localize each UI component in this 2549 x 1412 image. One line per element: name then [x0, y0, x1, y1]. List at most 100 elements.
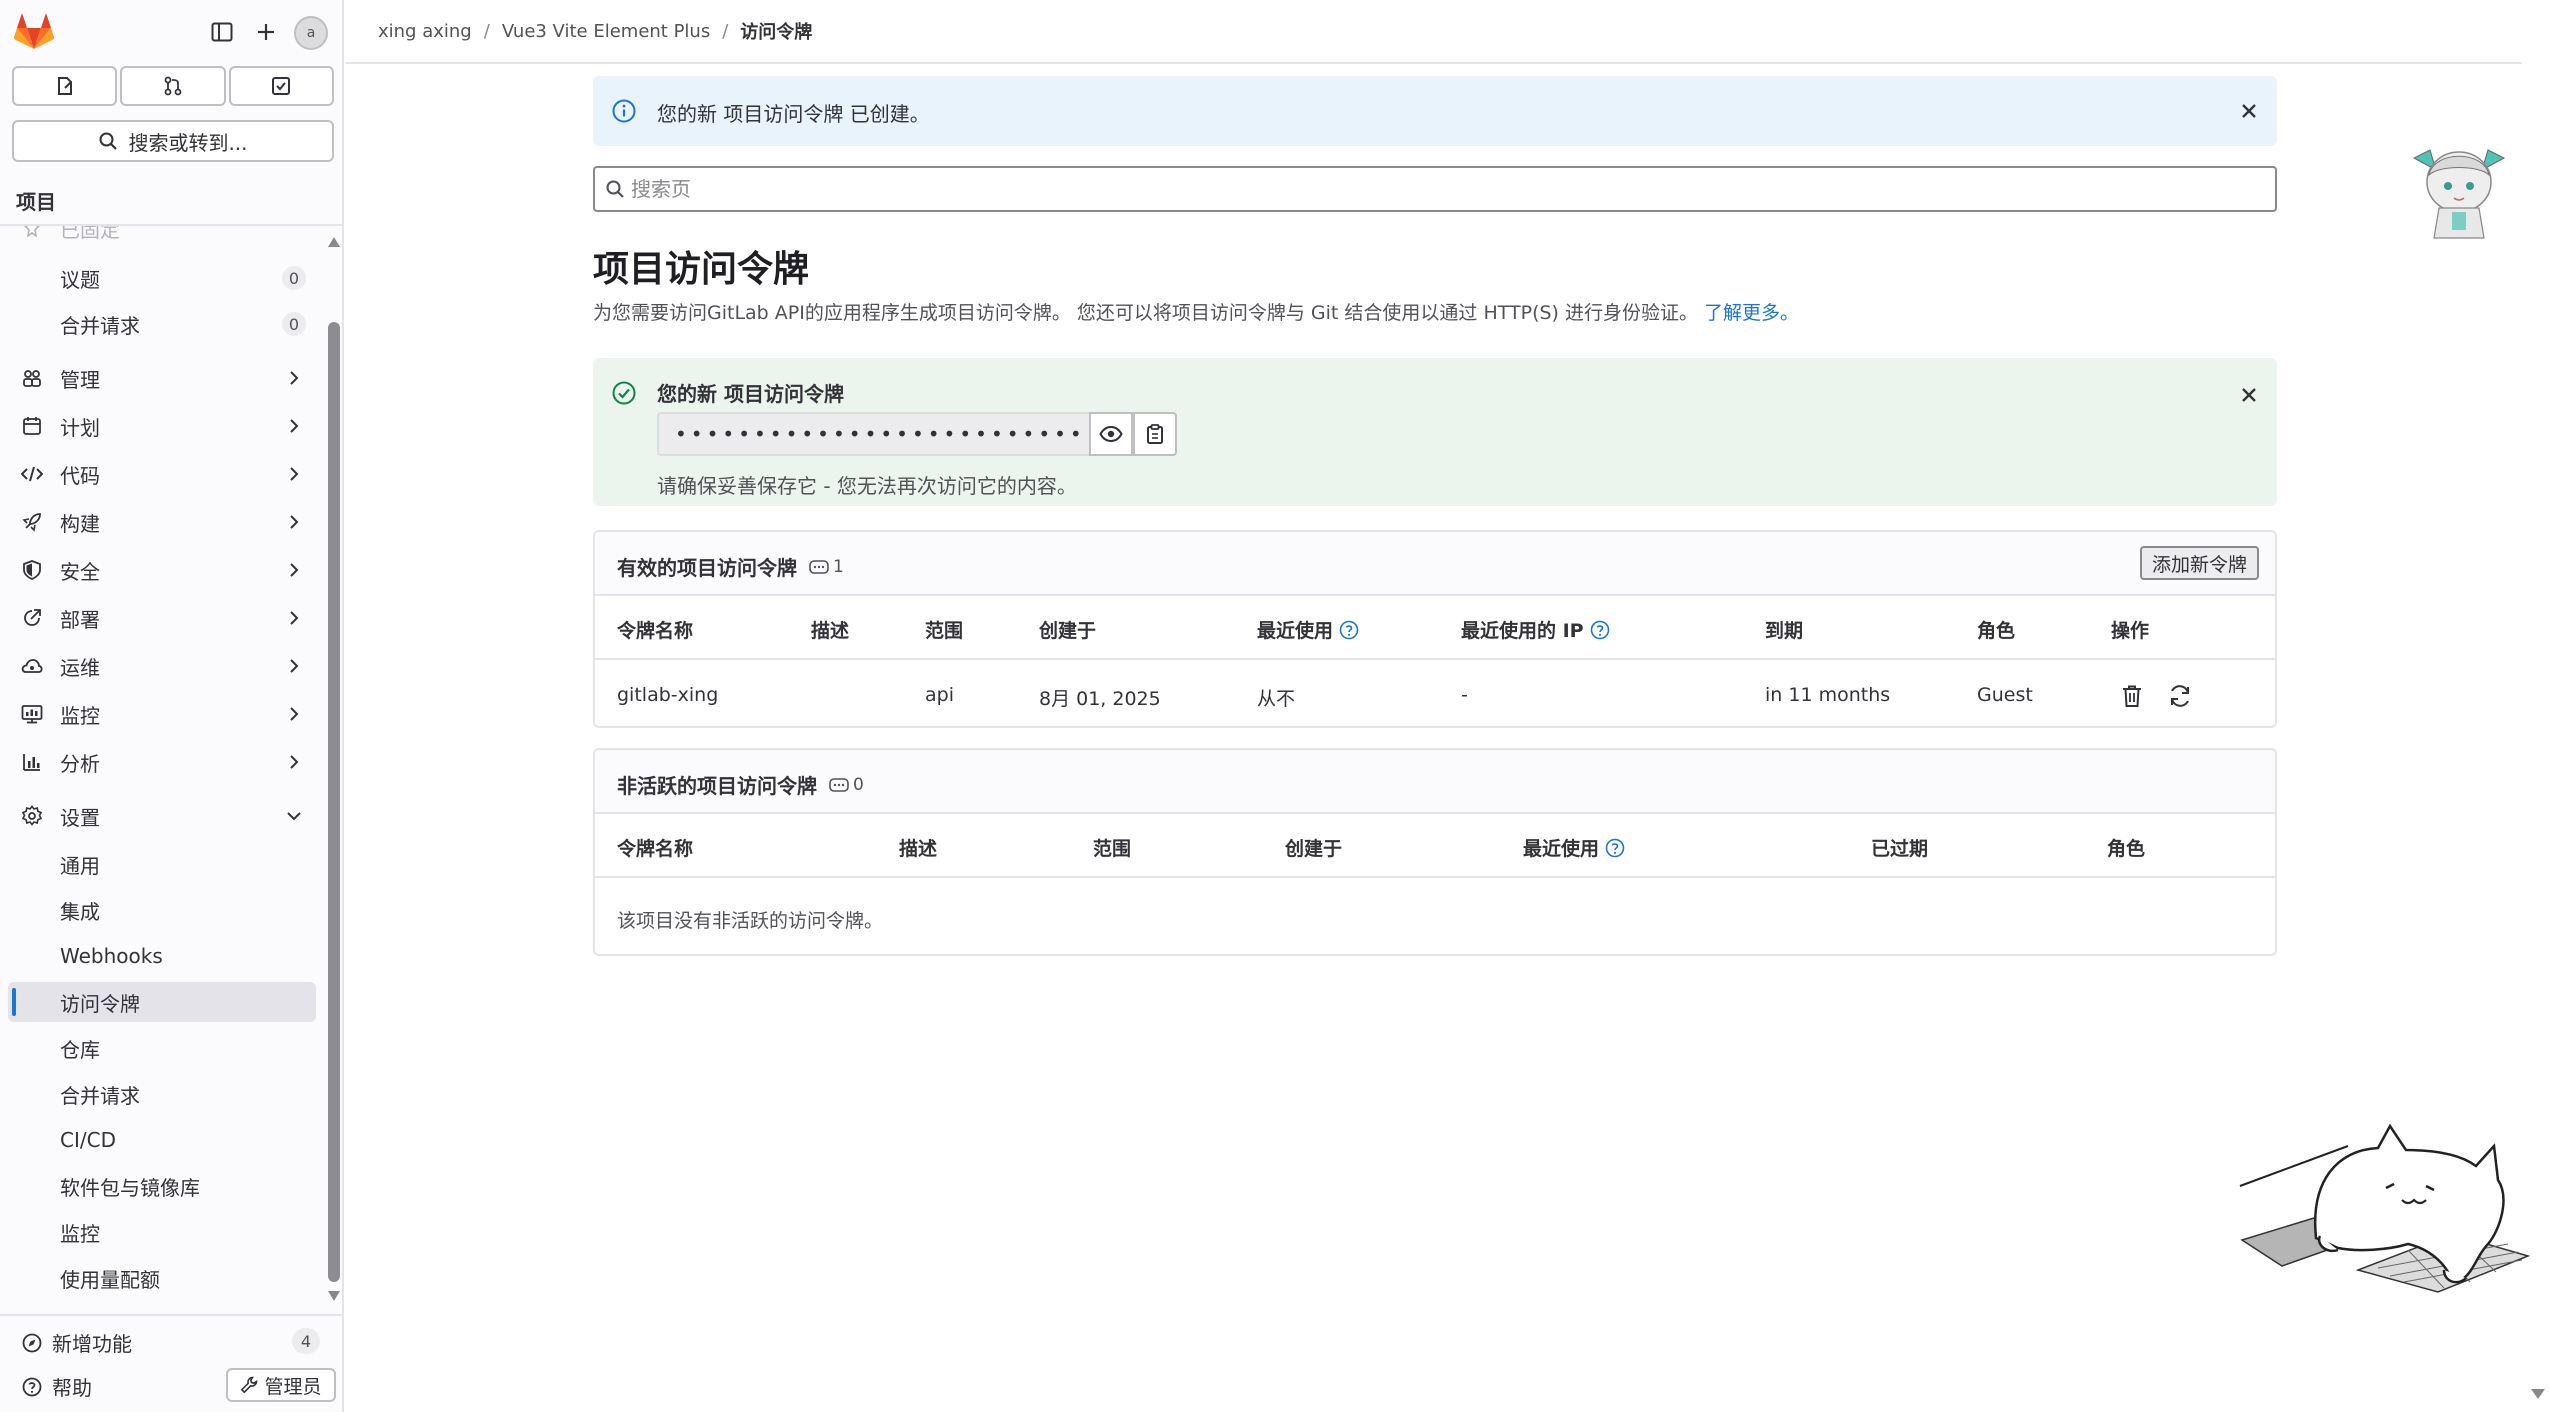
sidebar-item-code[interactable]: 代码 — [8, 454, 316, 494]
sidebar-item-usage-quotas[interactable]: 使用量配额 — [8, 1258, 316, 1298]
sidebar-item-ci-cd[interactable]: CI/CD — [8, 1120, 316, 1160]
admin-label: 管理员 — [264, 1375, 322, 1398]
sidebar-item-access-tokens[interactable]: 访问令牌 — [8, 982, 316, 1022]
add-new-token-button[interactable]: 添加新令牌 — [2139, 546, 2259, 580]
sidebar-item-deploy[interactable]: 部署 — [8, 598, 316, 638]
sidebar: a 搜索或转到... 项目 已固定 议题 0 合并请求 0 管理 计划 代码 构… — [0, 0, 344, 1412]
token-name-cell: gitlab-xing — [617, 684, 719, 706]
sidebar-item-manage[interactable]: 管理 — [8, 358, 316, 398]
issues-icon — [57, 77, 72, 95]
inactive-tokens-count-value: 0 — [853, 774, 864, 795]
col-expired: 已过期 — [1871, 838, 1929, 860]
sidebar-item-plan[interactable]: 计划 — [8, 406, 316, 446]
sidebar-item-issues[interactable]: 议题 0 — [8, 258, 316, 298]
anime-avatar-decoration — [2412, 149, 2506, 239]
calendar-icon — [20, 414, 44, 438]
rotate-token-icon[interactable] — [2167, 684, 2193, 708]
sidebar-item-operate[interactable]: 运维 — [8, 646, 316, 686]
wrench-icon — [241, 1376, 258, 1394]
active-tokens-count: 1 — [809, 557, 844, 577]
col-actions: 操作 — [2111, 620, 2150, 642]
breadcrumb-item-current[interactable]: 访问令牌 — [740, 18, 812, 44]
token-role-cell: Guest — [1977, 684, 2033, 706]
sidebar-item-packages-registries[interactable]: 软件包与镜像库 — [8, 1166, 316, 1206]
col-token-name: 令牌名称 — [617, 620, 694, 642]
sidebar-item-repository[interactable]: 仓库 — [8, 1028, 316, 1068]
scroll-down-arrow-icon[interactable] — [327, 1290, 341, 1302]
sidebar-item-settings-merge-requests[interactable]: 合并请求 — [8, 1074, 316, 1114]
sidebar-item-label: 设置 — [60, 805, 100, 830]
help-circle-icon[interactable] — [1605, 838, 1625, 858]
new-token-alert-close-icon[interactable] — [2237, 383, 2261, 407]
gitlab-logo-icon[interactable] — [14, 14, 54, 50]
sidebar-scrollbar-thumb[interactable] — [328, 322, 340, 1282]
chevron-down-icon — [286, 808, 302, 824]
sidebar-item-analyze[interactable]: 分析 — [8, 742, 316, 782]
active-tokens-card: 有效的项目访问令牌 1 添加新令牌 令牌名称 描述 范围 创建于 最近使用 最近… — [593, 530, 2277, 728]
inactive-tokens-title-text: 非活跃的项目访问令牌 — [617, 774, 817, 798]
page-search-input[interactable] — [631, 174, 2231, 204]
info-alert: 您的新 项目访问令牌 已创建。 — [593, 76, 2277, 146]
breadcrumb-item-namespace[interactable]: xing axing — [378, 21, 472, 42]
page-scroll-down-arrow-icon[interactable] — [2530, 1388, 2546, 1400]
info-alert-close-icon[interactable] — [2237, 99, 2261, 123]
revoke-token-trash-icon[interactable] — [2121, 684, 2143, 708]
admin-area-button[interactable]: 管理员 — [226, 1368, 336, 1402]
page-description: 为您需要访问GitLab API的应用程序生成项目访问令牌。 您还可以将项目访问… — [593, 298, 1799, 325]
sidebar-item-build[interactable]: 构建 — [8, 502, 316, 542]
sidebar-item-security[interactable]: 安全 — [8, 550, 316, 590]
col-role: 角色 — [1977, 620, 2016, 642]
new-token-masked-value: •••••••••••••••••••••••••• — [675, 422, 1086, 446]
sidebar-item-monitor[interactable]: 监控 — [8, 694, 316, 734]
page-search-box[interactable] — [593, 166, 2277, 212]
learn-more-link[interactable]: 了解更多。 — [1704, 302, 1799, 324]
sidebar-item-label: 监控 — [60, 703, 100, 728]
sidebar-item-general[interactable]: 通用 — [8, 844, 316, 884]
whats-new-button[interactable]: 新增功能 — [22, 1328, 132, 1357]
sidebar-item-merge-requests[interactable]: 合并请求 0 — [8, 304, 316, 344]
chevron-right-icon — [286, 610, 302, 626]
help-circle-icon[interactable] — [1590, 620, 1610, 640]
code-icon — [20, 462, 44, 486]
col-role: 角色 — [2107, 838, 2146, 860]
chevron-right-icon — [286, 466, 302, 482]
sidebar-item-label: 议题 — [60, 267, 100, 292]
search-or-go-label: 搜索或转到... — [128, 130, 248, 155]
cat-keyboard-decoration — [2239, 1123, 2531, 1293]
sidebar-item-webhooks[interactable]: Webhooks — [8, 936, 316, 976]
sidebar-item-settings-monitor[interactable]: 监控 — [8, 1212, 316, 1252]
copy-token-button[interactable] — [1133, 412, 1177, 456]
sidebar-item-label: 管理 — [60, 367, 100, 392]
pin-icon — [20, 226, 44, 240]
question-icon — [22, 1377, 42, 1396]
sidebar-nav: 已固定 议题 0 合并请求 0 管理 计划 代码 构建 安全 部署 运维 监控 … — [0, 226, 342, 1306]
breadcrumb: xing axing / Vue3 Vite Element Plus / 访问… — [346, 0, 2522, 64]
sidebar-scrollbar[interactable] — [326, 230, 340, 1310]
active-tokens-title: 有效的项目访问令牌 1 — [617, 552, 844, 581]
page-description-text: 为您需要访问GitLab API的应用程序生成项目访问令牌。 您还可以将项目访问… — [593, 302, 1698, 324]
quick-actions — [12, 66, 334, 106]
active-tokens-table-header: 令牌名称 描述 范围 创建于 最近使用 最近使用的 IP 到期 角色 操作 — [595, 596, 2275, 660]
issues-shortcut-button[interactable] — [12, 66, 118, 106]
sidebar-header: a — [0, 0, 344, 64]
user-avatar[interactable]: a — [294, 16, 328, 50]
todos-shortcut-button[interactable] — [228, 66, 334, 106]
new-token-alert: 您的新 项目访问令牌 •••••••••••••••••••••••••• 请确… — [593, 358, 2277, 506]
reveal-token-button[interactable] — [1089, 412, 1133, 456]
merge-requests-shortcut-button[interactable] — [120, 66, 226, 106]
token-last-ip-cell: - — [1461, 684, 1468, 706]
sidebar-toggle-icon[interactable] — [206, 16, 238, 48]
search-or-go-button[interactable]: 搜索或转到... — [12, 120, 334, 162]
new-token-field[interactable]: •••••••••••••••••••••••••• — [657, 412, 1089, 456]
info-icon — [612, 99, 636, 123]
scroll-up-arrow-icon[interactable] — [327, 236, 341, 248]
breadcrumb-item-project[interactable]: Vue3 Vite Element Plus — [502, 21, 710, 42]
sidebar-item-integrations[interactable]: 集成 — [8, 890, 316, 930]
help-button[interactable]: 帮助 — [22, 1372, 92, 1401]
col-last-used-label: 最近使用 — [1257, 620, 1334, 642]
whats-new-count-badge: 4 — [292, 1328, 320, 1354]
create-new-icon[interactable] — [250, 16, 282, 48]
sidebar-pinned-header[interactable]: 已固定 — [8, 226, 316, 248]
sidebar-item-settings[interactable]: 设置 — [8, 796, 316, 836]
help-circle-icon[interactable] — [1339, 620, 1359, 640]
